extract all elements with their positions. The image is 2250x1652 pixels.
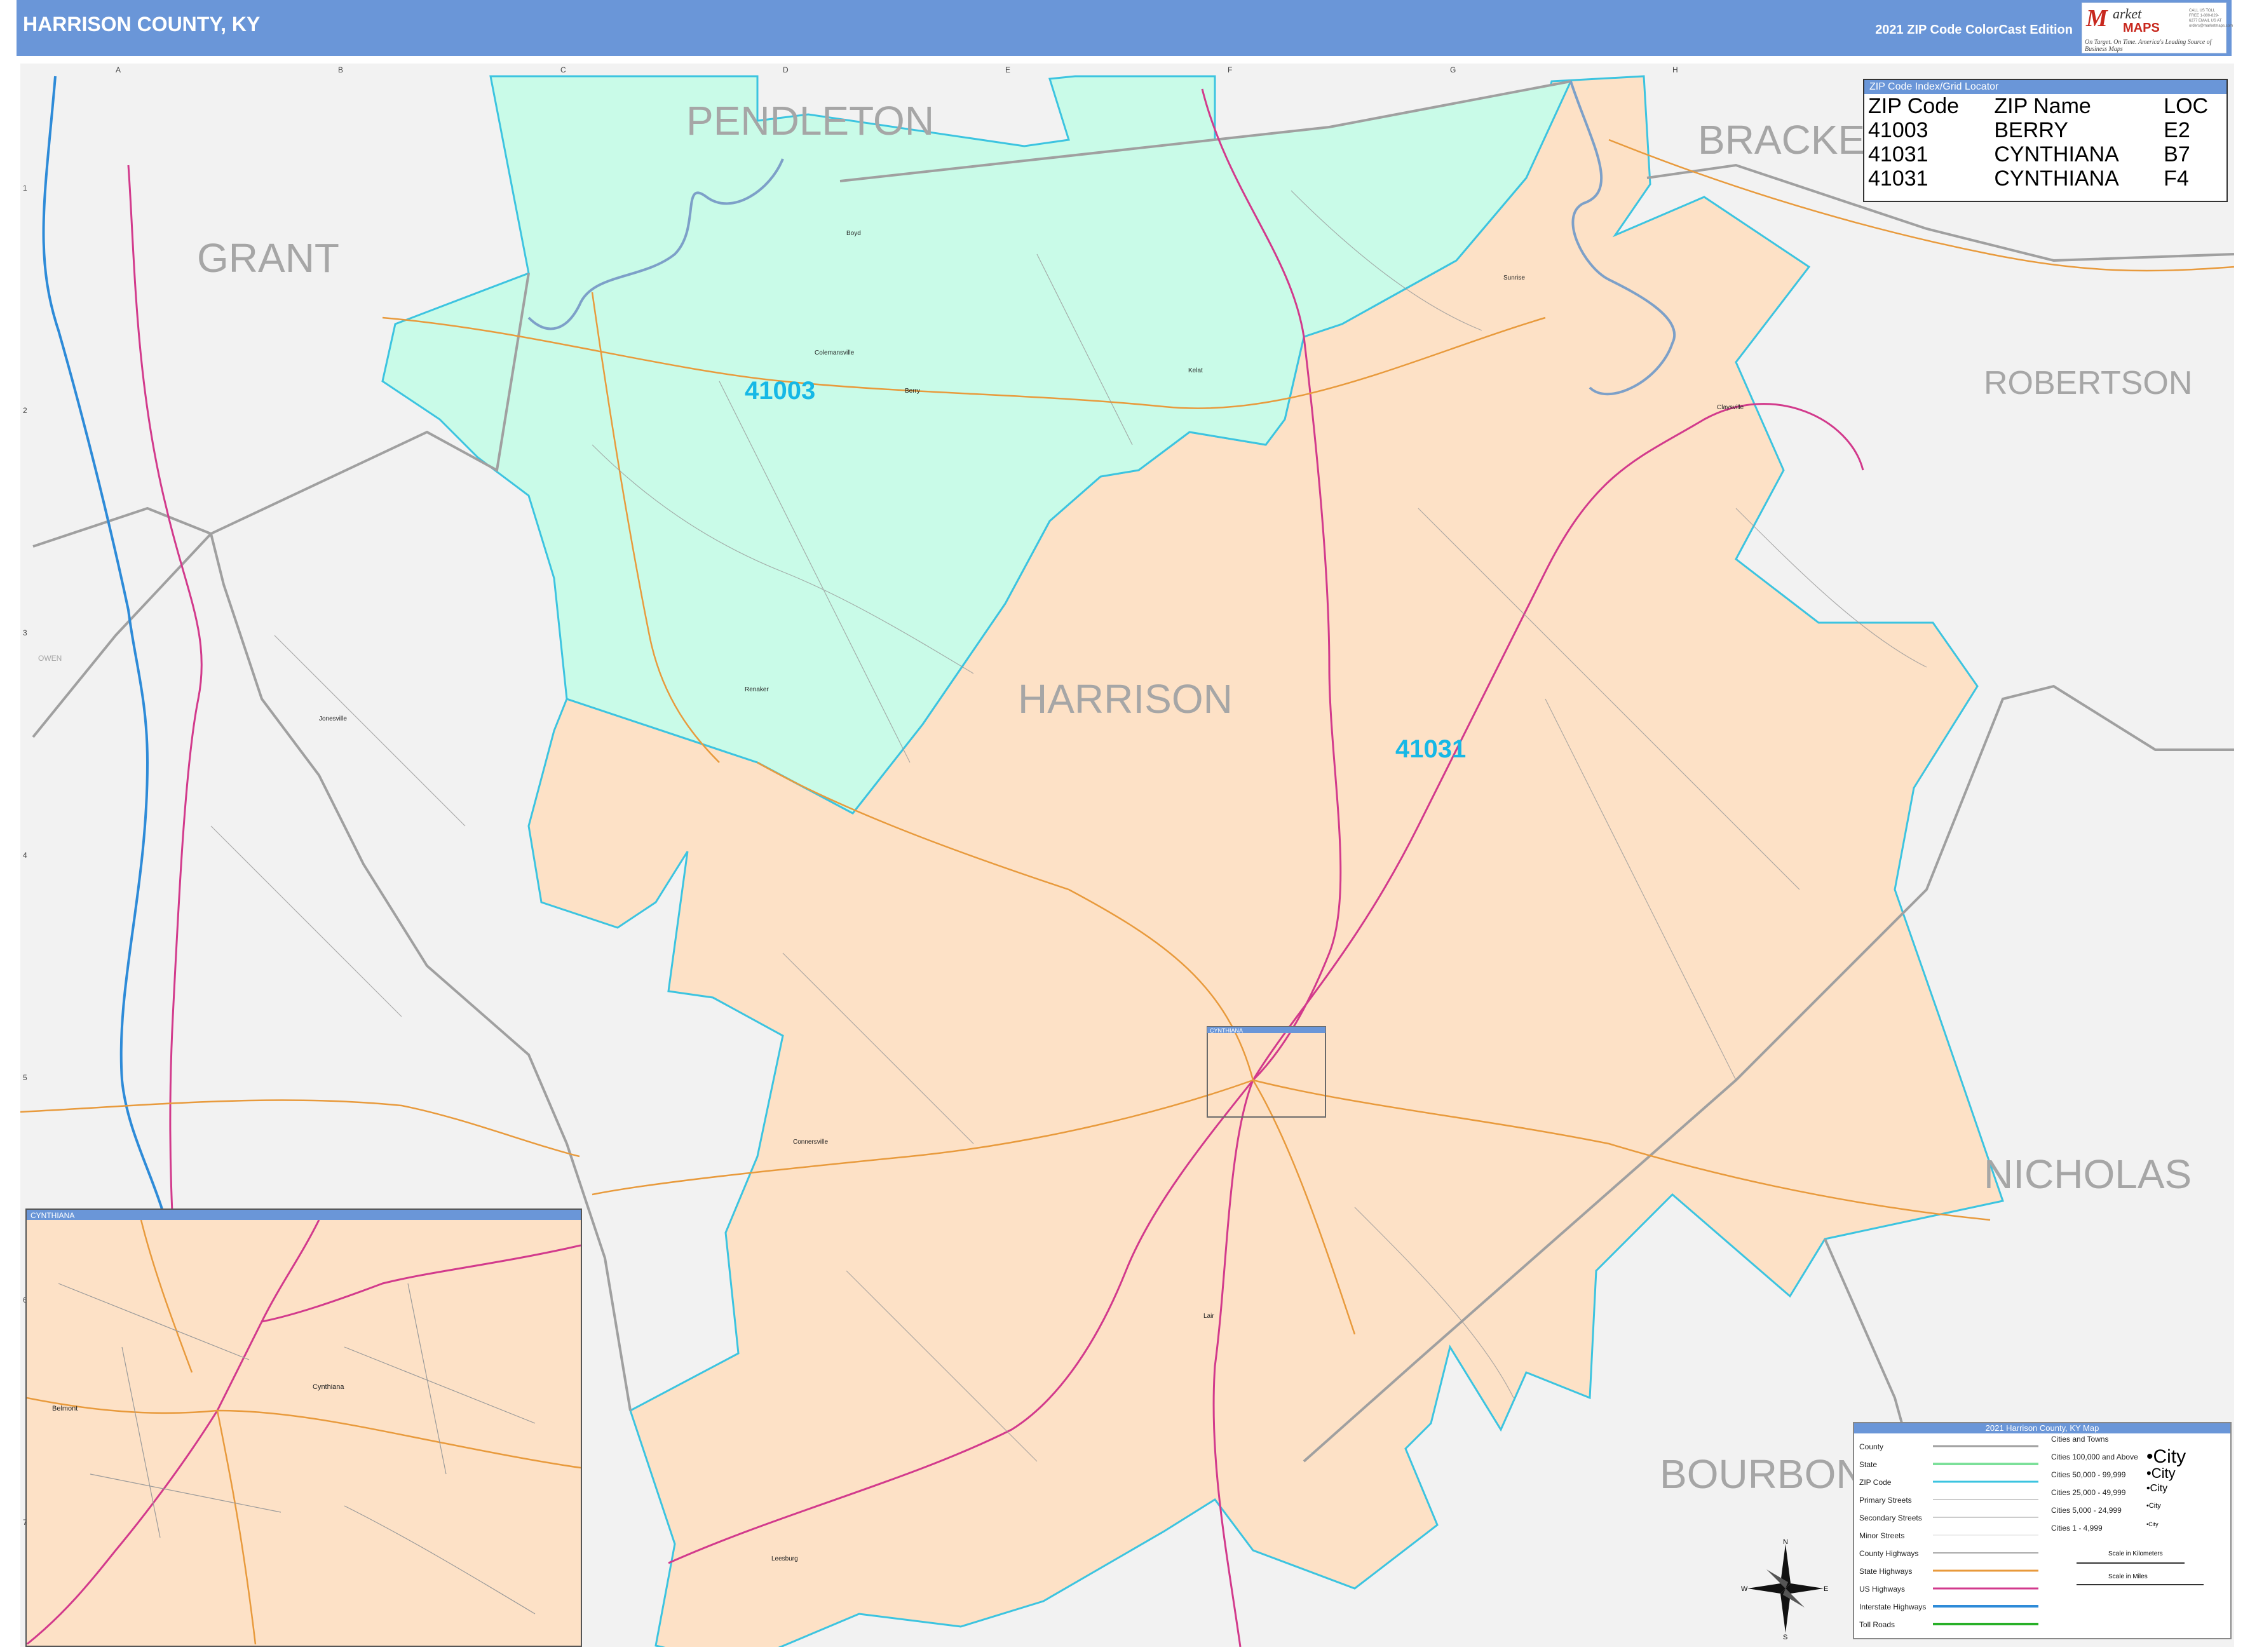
legend-item: Primary Streets: [1859, 1496, 1912, 1505]
inset-canvas: Cynthiana Belmont: [27, 1220, 581, 1644]
zip-index-header-loc: LOC: [2164, 94, 2209, 118]
grid-col-g: G: [1450, 65, 1456, 74]
grid-col-c: C: [560, 65, 566, 74]
zip-index-cell: 41031: [1868, 142, 1928, 166]
legend-item: State Highways: [1859, 1567, 1913, 1576]
legend-city-class: Cities 100,000 and Above: [2051, 1452, 2138, 1461]
grid-row-1: 1: [23, 184, 27, 193]
compass-icon: N S W E: [1741, 1538, 1828, 1639]
zip-label-41031: 41031: [1395, 735, 1466, 763]
zip-index-cell: 41031: [1868, 166, 1928, 191]
legend-item: Secondary Streets: [1859, 1513, 1922, 1522]
map-legend: 2021 Harrison County, KY Map County Stat…: [1853, 1422, 2232, 1639]
legend-cities-header: Cities and Towns: [2051, 1435, 2109, 1444]
zip-index-row: 41031 CYNTHIANA B7: [1864, 142, 2226, 166]
inset-map[interactable]: CYNTHIANA Cynthiana Belmont: [25, 1209, 582, 1647]
town-jonesville: Jonesville: [319, 715, 347, 722]
zip-index-cell: B7: [2164, 142, 2190, 166]
title-bar: HARRISON COUNTY, KY 2021 ZIP Code ColorC…: [17, 0, 2233, 56]
inset-town-belmont: Belmont: [52, 1405, 78, 1412]
map-title: HARRISON COUNTY, KY: [23, 13, 261, 36]
legend-item: US Highways: [1859, 1585, 1906, 1594]
county-label-bourbon: BOURBON: [1660, 1451, 1866, 1497]
town-renaker: Renaker: [745, 686, 769, 693]
zip-label-41003: 41003: [745, 377, 815, 405]
legend-scale-mi: Scale in Miles: [2108, 1573, 2148, 1580]
town-colemansville: Colemansville: [815, 349, 855, 356]
town-connersville: Connersville: [793, 1139, 828, 1146]
county-label-pendleton: PENDLETON: [686, 98, 934, 144]
zip-index-cell: CYNTHIANA: [1994, 166, 2119, 191]
county-label-owen: OWEN: [38, 654, 62, 663]
legend-city-class: Cities 5,000 - 24,999: [2051, 1506, 2122, 1515]
grid-row-3: 3: [23, 628, 27, 637]
zip-index-cell: F4: [2164, 166, 2189, 191]
county-label-nicholas: NICHOLAS: [1984, 1151, 2192, 1197]
town-claysville: Claysville: [1717, 404, 1744, 411]
zip-index-cell: BERRY: [1994, 118, 2068, 142]
county-label-harrison: HARRISON: [1018, 676, 1233, 722]
legend-city-class: Cities 50,000 - 99,999: [2051, 1470, 2126, 1479]
grid-col-e: E: [1005, 65, 1010, 74]
inset-title-bar: CYNTHIANA: [27, 1210, 581, 1220]
legend-item: ZIP Code: [1859, 1478, 1892, 1487]
zip-index-cell: 41003: [1868, 118, 1928, 142]
town-berry: Berry: [905, 388, 920, 395]
legend-symbols: [1933, 1445, 2038, 1625]
cynthiana-marker-title: CYNTHIANA: [1210, 1027, 1243, 1034]
town-boyd: Boyd: [846, 230, 861, 237]
legend-item: Toll Roads: [1859, 1620, 1895, 1629]
zip-index-header-row: ZIP Code ZIP Name LOC: [1864, 94, 2226, 118]
zip-index-header-name: ZIP Name: [1994, 94, 2091, 118]
grid-col-b: B: [338, 65, 343, 74]
legend-item: Interstate Highways: [1859, 1602, 1927, 1611]
legend-city-sample-2: •City: [2146, 1465, 2176, 1481]
county-label-robertson: ROBERTSON: [1984, 365, 2192, 402]
town-lair: Lair: [1203, 1313, 1214, 1320]
grid-col-h: H: [1672, 65, 1678, 74]
town-leesburg: Leesburg: [771, 1555, 798, 1562]
legend-title: 2021 Harrison County, KY Map: [1854, 1423, 2230, 1433]
legend-item: Minor Streets: [1859, 1531, 1905, 1540]
county-label-grant: GRANT: [197, 235, 339, 281]
town-sunrise: Sunrise: [1503, 274, 1525, 281]
legend-city-sample-1: •City: [2146, 1446, 2186, 1467]
market-maps-logo: M arket MAPS On Target. On Time. America…: [2082, 3, 2233, 53]
legend-item: County: [1859, 1442, 1884, 1451]
grid-row-4: 4: [23, 851, 27, 860]
grid-col-d: D: [783, 65, 789, 74]
zip-index-cell: E2: [2164, 118, 2190, 142]
inset-town-cynthiana: Cynthiana: [313, 1383, 344, 1391]
zip-index: ZIP Code Index/Grid Locator ZIP Code ZIP…: [1863, 79, 2228, 202]
town-kelat: Kelat: [1188, 367, 1203, 374]
compass-e: E: [1824, 1585, 1828, 1593]
county-label-bracken: BRACKE: [1698, 117, 1865, 163]
legend-city-sample-3: •City: [2146, 1483, 2168, 1494]
compass-n: N: [1783, 1538, 1788, 1546]
zip-index-row: 41031 CYNTHIANA F4: [1864, 166, 2226, 191]
legend-city-sample-5: •City: [2146, 1521, 2159, 1527]
zip-index-title: ZIP Code Index/Grid Locator: [1864, 80, 2226, 94]
legend-city-class: Cities 1 - 4,999: [2051, 1524, 2103, 1533]
zip-index-row: 41003 BERRY E2: [1864, 118, 2226, 142]
legend-city-sample-4: •City: [2146, 1502, 2161, 1510]
legend-item: County Highways: [1859, 1549, 1919, 1558]
legend-scale-km: Scale in Kilometers: [2108, 1550, 2163, 1557]
grid-row-2: 2: [23, 406, 27, 415]
legend-item: State: [1859, 1460, 1878, 1469]
zip-index-cell: CYNTHIANA: [1994, 142, 2119, 166]
grid-col-a: A: [116, 65, 121, 74]
zip-index-table: ZIP Code ZIP Name LOC 41003 BERRY E2 410…: [1864, 94, 2226, 191]
zip-index-header-zip: ZIP Code: [1868, 94, 1960, 118]
grid-col-f: F: [1228, 65, 1232, 74]
compass: N S W E: [1741, 1538, 1830, 1639]
inset-title: CYNTHIANA: [30, 1211, 75, 1220]
edition-label: 2021 ZIP Code ColorCast Edition: [1875, 23, 2073, 37]
legend-city-class: Cities 25,000 - 49,999: [2051, 1488, 2126, 1497]
grid-row-5: 5: [23, 1073, 27, 1082]
compass-w: W: [1741, 1585, 1748, 1593]
compass-s: S: [1783, 1634, 1787, 1639]
